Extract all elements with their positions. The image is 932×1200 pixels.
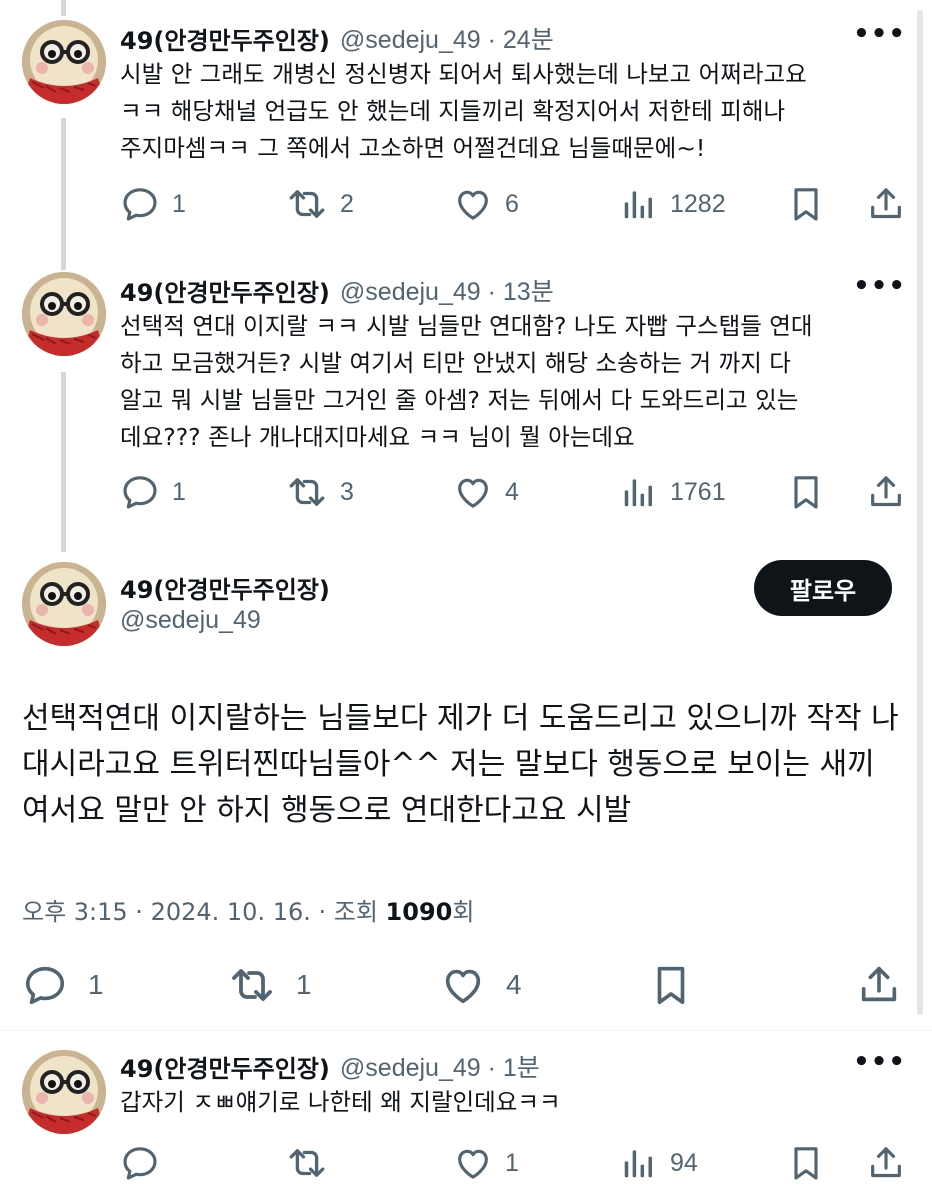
views-icon	[624, 1150, 652, 1178]
share-icon	[871, 188, 901, 219]
main-action-bar: 1 1 4	[22, 965, 902, 1005]
bookmark-icon	[794, 476, 818, 509]
like-button[interactable]: 4	[453, 472, 519, 512]
bookmark-icon	[794, 188, 818, 221]
repost-button[interactable]: 1	[228, 965, 312, 1005]
reply-icon	[25, 966, 65, 1005]
repost-count: 3	[340, 477, 354, 506]
share-button[interactable]	[866, 472, 906, 512]
share-button[interactable]	[856, 965, 902, 1005]
handle-and-time[interactable]: @sedeju_49 · 13분	[340, 272, 554, 308]
repost-button[interactable]	[286, 1143, 340, 1183]
bookmark-button[interactable]	[648, 965, 694, 1005]
post-text: 갑자기 ㅈㅃ얘기로 나한테 왜 지랄인데요ㅋㅋ	[120, 1088, 561, 1116]
view-count: 1761	[670, 477, 726, 506]
like-count: 1	[505, 1148, 519, 1177]
bookmark-button[interactable]	[786, 472, 826, 512]
view-count: 1090	[385, 898, 453, 926]
heart-icon	[458, 190, 488, 220]
post-header: 49(안경만두주인장) @sedeju_49 · 24분	[120, 20, 554, 56]
like-button[interactable]: 1	[453, 1143, 519, 1183]
thread-connector-line	[61, 0, 66, 16]
avatar[interactable]	[22, 562, 106, 646]
handle-and-time[interactable]: @sedeju_49 · 24분	[340, 20, 554, 56]
reply-count: 1	[88, 969, 104, 1000]
repost-count: 2	[340, 189, 354, 218]
reply-button[interactable]: 1	[120, 184, 186, 224]
views-icon	[624, 479, 652, 507]
action-bar: 1 94	[120, 1143, 910, 1183]
display-name[interactable]: 49(안경만두주인장)	[120, 273, 330, 308]
action-bar: 1 3 4 1761	[120, 472, 910, 512]
timestamp-text[interactable]: 오후 3:15 · 2024. 10. 16. · 조회	[22, 898, 386, 926]
share-button[interactable]	[866, 1143, 906, 1183]
like-button[interactable]: 4	[440, 965, 522, 1005]
like-button[interactable]: 6	[453, 184, 519, 224]
reply-button[interactable]	[120, 1143, 172, 1183]
repost-icon	[289, 1149, 325, 1177]
heart-icon	[458, 478, 488, 508]
share-icon	[871, 476, 901, 507]
thread-connector-line	[61, 118, 66, 270]
display-name[interactable]: 49(안경만두주인장)	[120, 570, 330, 605]
views-button[interactable]: 94	[620, 1143, 698, 1183]
main-post-text: 선택적연대 이지랄하는 님들보다 제가 더 도움드리고 있으니까 작작 나대시라…	[22, 701, 899, 828]
display-name[interactable]: 49(안경만두주인장)	[120, 1049, 330, 1084]
handle-and-time[interactable]: @sedeju_49 · 1분	[340, 1048, 540, 1084]
repost-icon	[232, 969, 272, 1001]
repost-icon	[289, 190, 325, 218]
post-text: 선택적 연대 이지랄 ㅋㅋ 시발 님들만 연대함? 나도 자빱 구스탭들 연대 …	[120, 312, 813, 451]
thread-connector-line	[61, 372, 66, 552]
repost-count: 1	[296, 969, 312, 1000]
bookmark-icon	[657, 966, 685, 1005]
view-count: 1282	[670, 189, 726, 218]
bookmark-icon	[794, 1147, 818, 1180]
reply-icon	[123, 476, 157, 509]
bookmark-button[interactable]	[786, 1143, 826, 1183]
reply-count: 1	[172, 189, 186, 218]
display-name[interactable]: 49(안경만두주인장)	[120, 21, 330, 56]
reply-button[interactable]: 1	[22, 965, 104, 1005]
more-options-icon[interactable]: •••	[853, 273, 906, 299]
post-header: 49(안경만두주인장) @sedeju_49 · 1분	[120, 1048, 540, 1084]
heart-icon	[445, 969, 481, 1004]
reply-count: 1	[172, 477, 186, 506]
like-count: 4	[506, 969, 522, 1000]
action-bar: 1 2 6 1282	[120, 184, 910, 224]
views-button[interactable]: 1761	[620, 472, 726, 512]
view-count: 94	[670, 1148, 698, 1177]
views-button[interactable]: 1282	[620, 184, 726, 224]
reply-icon	[123, 1147, 157, 1180]
views-icon	[624, 191, 652, 219]
repost-button[interactable]: 3	[286, 472, 354, 512]
like-count: 6	[505, 189, 519, 218]
avatar[interactable]	[22, 20, 106, 104]
avatar[interactable]	[22, 1050, 106, 1134]
more-options-icon[interactable]: •••	[853, 21, 906, 47]
share-icon	[871, 1147, 901, 1178]
repost-icon	[289, 478, 325, 506]
share-icon	[861, 966, 897, 1002]
repost-button[interactable]: 2	[286, 184, 354, 224]
heart-icon	[458, 1149, 488, 1179]
handle[interactable]: @sedeju_49	[120, 606, 261, 635]
post-timestamp: 오후 3:15 · 2024. 10. 16. · 조회 1090회	[22, 892, 474, 927]
page-scrollbar[interactable]	[917, 10, 923, 1015]
divider	[0, 1030, 932, 1031]
like-count: 4	[505, 477, 519, 506]
post-text: 시발 안 그래도 개병신 정신병자 되어서 퇴사했는데 나보고 어쩌라고요 ㅋㅋ…	[120, 60, 807, 162]
reply-button[interactable]: 1	[120, 472, 186, 512]
share-button[interactable]	[866, 184, 906, 224]
follow-button[interactable]: 팔로우	[754, 560, 892, 616]
view-suffix: 회	[452, 898, 475, 926]
post-header: 49(안경만두주인장) @sedeju_49 · 13분	[120, 272, 554, 308]
reply-icon	[123, 188, 157, 221]
more-options-icon[interactable]: •••	[853, 1049, 906, 1075]
bookmark-button[interactable]	[786, 184, 826, 224]
avatar[interactable]	[22, 272, 106, 356]
